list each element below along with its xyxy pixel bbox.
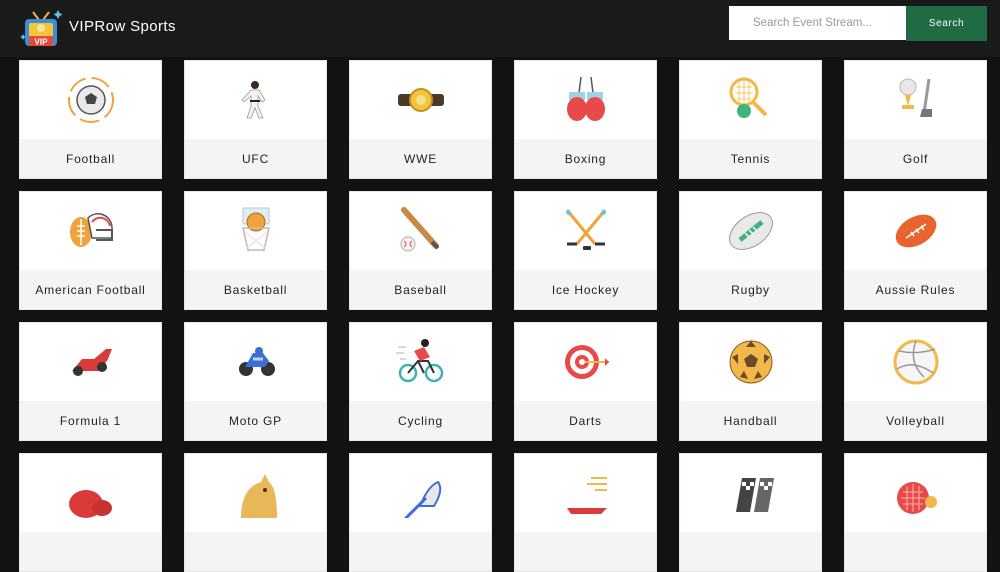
sport-label-bar: Golf [845,139,986,178]
sport-tile-basketball[interactable]: Basketball [184,191,327,310]
sport-label: Basketball [223,283,288,297]
sport-tile-handball[interactable]: Handball [679,322,822,441]
cyclist-icon [396,339,444,383]
rugby-ball-icon [729,212,773,250]
sport-tile-aussie-rules[interactable]: Aussie Rules [844,191,987,310]
fighter-icon [241,81,266,119]
sport-label-bar: Tennis [680,139,821,178]
sport-label-bar [20,532,161,571]
sport-label: Handball [723,414,778,428]
handball-icon [729,340,773,384]
sport-label-bar: Cycling [350,401,491,440]
sport-label: Golf [902,152,929,166]
vip-tv-logo-icon[interactable]: VIP [20,6,62,50]
sport-label: Football [65,152,116,166]
lacrosse-icon [403,480,442,518]
boxing-gloves-icon [567,76,605,121]
sport-tile-cycling[interactable]: Cycling [349,322,492,441]
checkered-flags-icon [736,478,774,512]
sport-tile-football[interactable]: Football [19,60,162,179]
sport-label-bar: American Football [20,270,161,309]
sport-label-bar [845,532,986,571]
sport-tile-item-22[interactable] [514,453,657,572]
motorbike-icon [239,347,275,376]
golf-icon [899,78,932,117]
sport-label: American Football [35,283,146,297]
sport-label: Cycling [398,414,443,428]
dartboard-icon [565,345,609,379]
football-helmet-icon [70,213,113,247]
tennis-icon [729,77,768,118]
sport-tile-item-20[interactable] [184,453,327,572]
sport-tile-american-football[interactable]: American Football [19,191,162,310]
sport-label-bar: Handball [680,401,821,440]
sport-tile-wwe[interactable]: WWE [349,60,492,179]
hockey-sticks-icon [565,209,607,250]
sport-label-bar: Darts [515,401,656,440]
sport-label-bar: Aussie Rules [845,270,986,309]
sport-tile-darts[interactable]: Darts [514,322,657,441]
sport-label-bar: Moto GP [185,401,326,440]
sport-label: Rugby [731,283,770,297]
soccer-ball-icon [68,77,114,123]
sport-tile-golf[interactable]: Golf [844,60,987,179]
sport-tile-ice-hockey[interactable]: Ice Hockey [514,191,657,310]
sport-label-bar: Volleyball [845,401,986,440]
sport-label: Boxing [564,152,607,166]
sport-tile-volleyball[interactable]: Volleyball [844,322,987,441]
horse-icon [241,474,277,518]
sport-tile-item-23[interactable] [679,453,822,572]
sport-tile-ufc[interactable]: UFC [184,60,327,179]
sport-label-bar [680,532,821,571]
race-car-icon [72,349,112,376]
sport-label: WWE [403,152,438,166]
sport-label-bar [350,532,491,571]
aussie-rules-ball-icon [895,214,937,248]
search-button[interactable]: Search [906,6,987,41]
sport-label-bar: UFC [185,139,326,178]
sport-label: Moto GP [229,414,282,428]
championship-belt-icon [398,88,444,112]
top-navbar: VIP VIPRow Sports Search [0,0,1000,57]
sport-label: Darts [569,414,602,428]
sport-label: Baseball [394,283,447,297]
site-brand-title[interactable]: VIPRow Sports [69,18,176,35]
sport-label-bar: Boxing [515,139,656,178]
boxing-glove-icon [69,490,112,518]
sport-tile-item-21[interactable] [349,453,492,572]
sport-label-bar [515,532,656,571]
sport-label-bar: Basketball [185,270,326,309]
sport-label-bar: Football [20,139,161,178]
sport-tile-boxing[interactable]: Boxing [514,60,657,179]
search-event-input[interactable] [729,6,907,40]
sport-tile-baseball[interactable]: Baseball [349,191,492,310]
sport-label: Formula 1 [59,414,122,428]
volleyball-icon [893,339,939,385]
race-car-speed-icon [567,477,607,514]
basketball-icon [242,207,270,251]
sport-label: Volleyball [886,414,945,428]
sport-tile-item-19[interactable] [19,453,162,572]
logo-text: VIP [35,38,49,47]
sport-tile-item-24[interactable] [844,453,987,572]
sport-tile-moto-gp[interactable]: Moto GP [184,322,327,441]
sport-label: Tennis [730,152,771,166]
sport-label: Ice Hockey [551,283,620,297]
sport-tile-formula-1[interactable]: Formula 1 [19,322,162,441]
sport-label: Aussie Rules [875,283,956,297]
sport-label-bar: Ice Hockey [515,270,656,309]
sport-label-bar: Baseball [350,270,491,309]
ping-pong-icon [897,482,937,514]
sport-label-bar: WWE [350,139,491,178]
sport-label: UFC [241,152,270,166]
sport-label-bar: Rugby [680,270,821,309]
sport-tile-rugby[interactable]: Rugby [679,191,822,310]
baseball-icon [400,207,440,252]
sport-label-bar [185,532,326,571]
sport-label-bar: Formula 1 [20,401,161,440]
sport-tile-tennis[interactable]: Tennis [679,60,822,179]
